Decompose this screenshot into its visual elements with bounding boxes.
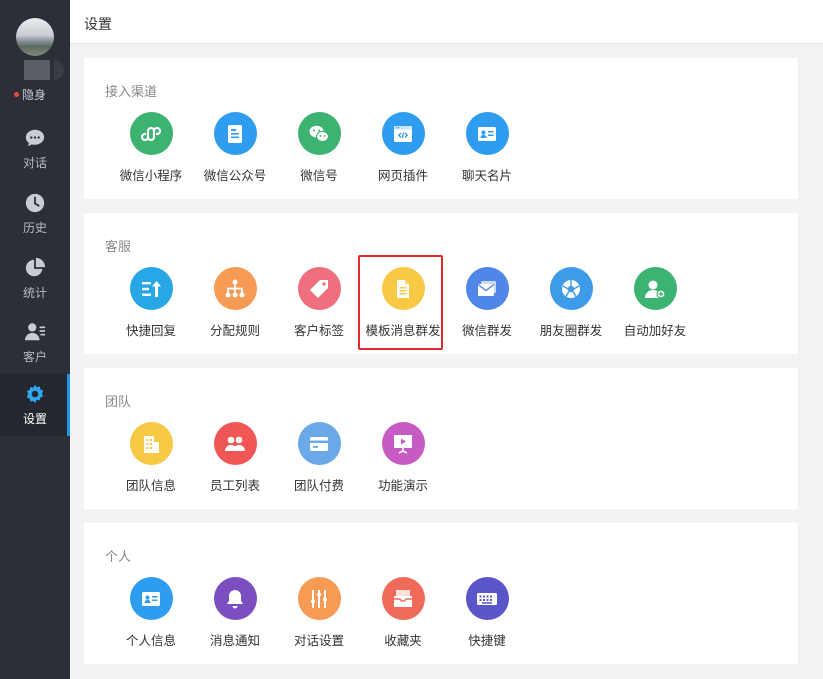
org-chart-icon — [213, 267, 257, 310]
building-icon — [129, 422, 173, 465]
team-info-button[interactable]: 团队信息 — [109, 422, 193, 494]
bell-icon — [213, 577, 257, 620]
business-card-button[interactable]: 聊天名片 — [445, 112, 529, 184]
item-label: 微信号 — [300, 168, 338, 183]
item-label: 快捷键 — [468, 633, 506, 648]
status-label: 隐身 — [22, 88, 47, 102]
mail-icon — [465, 267, 509, 310]
section-title: 个人 — [105, 550, 132, 565]
shortcuts-button[interactable]: 快捷键 — [445, 577, 529, 649]
id-card-icon — [129, 577, 173, 620]
sidebar: 隐身 对话 历史 统计 客户 设置 — [0, 0, 70, 679]
item-label: 朋友圈群发 — [539, 323, 603, 338]
sidebar-item-label: 历史 — [22, 221, 47, 235]
pie-chart-icon — [25, 257, 46, 277]
favorites-button[interactable]: 收藏夹 — [361, 577, 445, 649]
status-dot — [14, 92, 19, 97]
sidebar-item-label: 设置 — [22, 412, 47, 426]
sidebar-item-settings[interactable]: 设置 — [0, 374, 70, 436]
wechat-account-button[interactable]: 微信号 — [277, 112, 361, 184]
sidebar-item-chat[interactable]: 对话 — [0, 118, 70, 180]
auto-add-friend-button[interactable]: 自动加好友 — [613, 267, 697, 339]
sidebar-item-label: 对话 — [22, 156, 47, 170]
quick-reply-button[interactable]: 快捷回复 — [109, 267, 193, 339]
section-title: 团队 — [105, 395, 132, 410]
gear-icon — [26, 384, 44, 404]
keyboard-icon — [465, 577, 509, 620]
item-label: 员工列表 — [209, 478, 260, 493]
sidebar-item-history[interactable]: 历史 — [0, 183, 70, 245]
customer-tags-button[interactable]: 客户标签 — [277, 267, 361, 339]
item-label: 消息通知 — [209, 633, 260, 648]
inbox-icon — [381, 577, 425, 620]
item-label: 分配规则 — [209, 323, 260, 338]
item-label: 个人信息 — [125, 633, 176, 648]
section-channels: 接入渠道 微信小程序 微信公众号 微信号 网页插件 聊天名片 — [84, 58, 798, 199]
item-label: 微信群发 — [461, 323, 512, 338]
customer-icon — [24, 323, 46, 341]
avatar-overlay — [24, 60, 50, 80]
aperture-icon — [549, 267, 593, 310]
sidebar-item-label: 统计 — [22, 286, 47, 300]
web-plugin-icon — [381, 112, 425, 155]
mini-program-button[interactable]: 微信小程序 — [109, 112, 193, 184]
top-header: 设置 — [70, 0, 823, 44]
staff-list-button[interactable]: 员工列表 — [193, 422, 277, 494]
item-label: 收藏夹 — [384, 633, 422, 648]
clock-icon — [25, 193, 45, 213]
mini-program-icon — [129, 112, 173, 155]
item-label: 自动加好友 — [623, 323, 687, 338]
add-friend-icon — [633, 267, 677, 310]
wechat-broadcast-button[interactable]: 微信群发 — [445, 267, 529, 339]
sidebar-item-customers[interactable]: 客户 — [0, 312, 70, 374]
personal-info-button[interactable]: 个人信息 — [109, 577, 193, 649]
wechat-icon — [297, 112, 341, 155]
avatar-toggle[interactable] — [54, 60, 64, 80]
sidebar-item-label: 客户 — [22, 350, 47, 364]
web-plugin-button[interactable]: 网页插件 — [361, 112, 445, 184]
item-label: 模板消息群发 — [365, 323, 441, 338]
avatar[interactable] — [16, 18, 54, 56]
official-account-button[interactable]: 微信公众号 — [193, 112, 277, 184]
section-title: 客服 — [105, 240, 132, 255]
team-payment-button[interactable]: 团队付费 — [277, 422, 361, 494]
business-card-icon — [465, 112, 509, 155]
template-broadcast-button[interactable]: 模板消息群发 — [361, 267, 445, 339]
status-indicator[interactable]: 隐身 — [14, 86, 46, 103]
credit-card-icon — [297, 422, 341, 465]
section-customer-service: 客服 快捷回复 分配规则 客户标签 模板消息群发 微信群发 朋友圈群发 自动加好… — [84, 213, 798, 354]
chat-settings-button[interactable]: 对话设置 — [277, 577, 361, 649]
sidebar-item-statistics[interactable]: 统计 — [0, 248, 70, 310]
item-label: 聊天名片 — [461, 168, 512, 183]
page-title: 设置 — [84, 17, 112, 33]
moments-broadcast-button[interactable]: 朋友圈群发 — [529, 267, 613, 339]
chat-icon — [25, 129, 45, 147]
feature-demo-button[interactable]: 功能演示 — [361, 422, 445, 494]
item-label: 对话设置 — [293, 633, 344, 648]
official-account-icon — [213, 112, 257, 155]
notifications-button[interactable]: 消息通知 — [193, 577, 277, 649]
item-label: 团队信息 — [125, 478, 176, 493]
item-label: 团队付费 — [293, 478, 344, 493]
quick-reply-icon — [129, 267, 173, 310]
item-label: 微信小程序 — [119, 168, 183, 183]
section-personal: 个人 个人信息 消息通知 对话设置 收藏夹 快捷键 — [84, 523, 798, 664]
item-label: 微信公众号 — [203, 168, 267, 183]
item-label: 功能演示 — [377, 478, 428, 493]
item-label: 客户标签 — [293, 323, 344, 338]
staff-icon — [213, 422, 257, 465]
item-label: 快捷回复 — [125, 323, 176, 338]
document-icon — [381, 267, 425, 310]
item-label: 网页插件 — [377, 168, 428, 183]
distribution-rules-button[interactable]: 分配规则 — [193, 267, 277, 339]
presentation-icon — [381, 422, 425, 465]
section-team: 团队 团队信息 员工列表 团队付费 功能演示 — [84, 368, 798, 509]
sliders-icon — [297, 577, 341, 620]
tag-icon — [297, 267, 341, 310]
section-title: 接入渠道 — [105, 85, 158, 100]
